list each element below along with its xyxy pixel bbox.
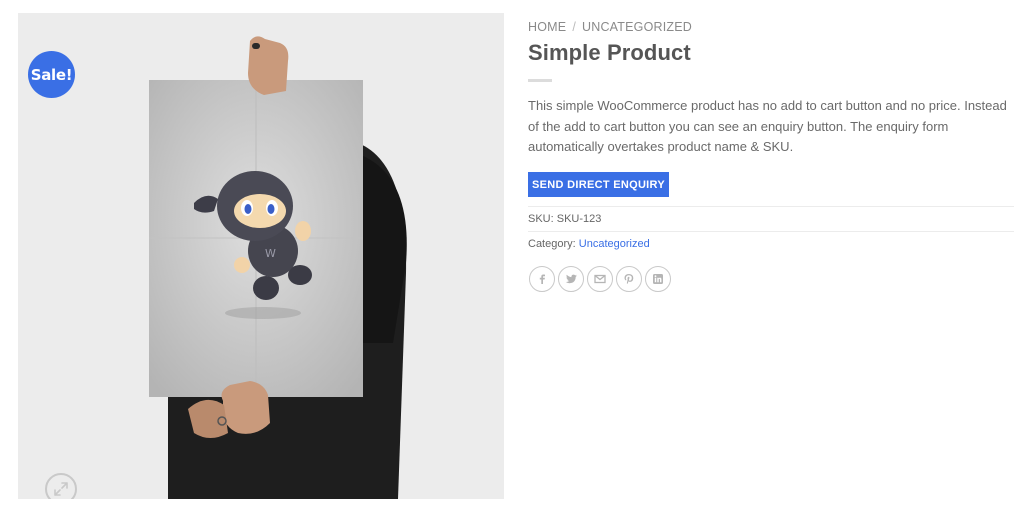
sku-label: SKU:	[528, 213, 554, 225]
product-gallery: W Sale!	[18, 13, 504, 499]
meta-divider	[528, 206, 1014, 207]
category-row: Category: Uncategorized	[528, 238, 650, 250]
share-pinterest-button[interactable]	[616, 266, 642, 292]
share-linkedin-button[interactable]	[645, 266, 671, 292]
share-buttons	[529, 266, 671, 292]
twitter-icon	[565, 274, 577, 284]
zoom-button[interactable]	[45, 473, 77, 499]
sku-row: SKU: SKU-123	[528, 213, 601, 225]
category-label: Category:	[528, 238, 576, 250]
breadcrumb-category-link[interactable]: UNCATEGORIZED	[582, 20, 692, 34]
expand-icon	[54, 482, 68, 496]
share-facebook-button[interactable]	[529, 266, 555, 292]
meta-divider	[528, 231, 1014, 232]
category-link[interactable]: Uncategorized	[579, 238, 650, 250]
breadcrumb-separator: /	[572, 20, 576, 34]
sku-value: SKU-123	[556, 213, 602, 225]
product-title: Simple Product	[528, 40, 691, 65]
send-enquiry-button[interactable]: SEND DIRECT ENQUIRY	[528, 172, 669, 197]
pinterest-icon	[624, 274, 634, 284]
breadcrumb: HOME / UNCATEGORIZED	[528, 20, 692, 34]
linkedin-icon	[653, 274, 663, 284]
email-icon	[594, 274, 606, 284]
breadcrumb-home-link[interactable]: HOME	[528, 20, 566, 34]
product-description: This simple WooCommerce product has no a…	[528, 98, 1007, 154]
share-twitter-button[interactable]	[558, 266, 584, 292]
svg-text:W: W	[265, 247, 276, 260]
sale-badge: Sale!	[28, 51, 75, 98]
share-email-button[interactable]	[587, 266, 613, 292]
product-image[interactable]: W	[18, 13, 504, 499]
title-divider	[528, 79, 552, 82]
facebook-icon	[539, 274, 545, 284]
